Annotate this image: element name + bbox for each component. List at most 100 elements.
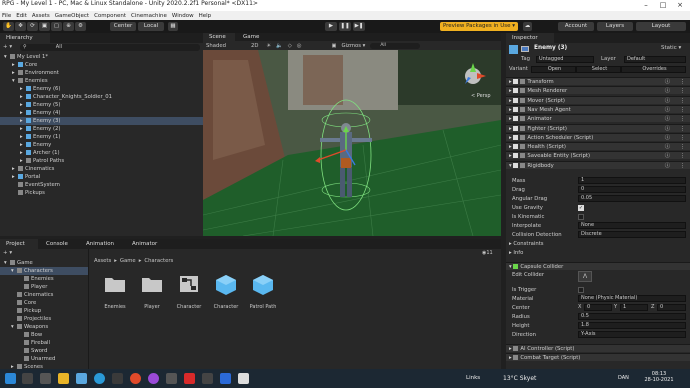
menu-file[interactable]: File [2,13,11,19]
object-name-field[interactable]: Enemy (3) [534,45,567,51]
pause-button-icon[interactable]: ❚❚ [339,22,351,31]
office-icon[interactable] [184,373,195,384]
hierarchy-item[interactable]: ▸ Enemy (5) [0,101,203,109]
close-icon[interactable]: × [672,0,688,11]
hierarchy-item[interactable]: ▸ Enemy (1) [0,133,203,141]
component-menu-icon[interactable]: ⋮ [680,87,685,95]
weather-widget[interactable]: 13°C Skyet [503,375,536,382]
is-trigger-checkbox[interactable] [578,287,584,293]
component-enabled-checkbox[interactable] [513,162,519,168]
tab-game[interactable]: Game [237,33,267,41]
project-folder-item[interactable]: ▾ Weapons [0,323,88,331]
tab-scene[interactable]: Scene [203,33,235,41]
prefab-icon[interactable] [215,275,237,295]
tab-inspector[interactable]: Inspector [506,33,554,43]
lighting-icon[interactable]: ☀ [266,43,271,49]
gizmos-dropdown[interactable]: Gizmos ▾ [341,43,365,49]
help-icon[interactable]: ⓘ [665,115,670,123]
project-folder-item[interactable]: ▾ Characters [0,267,88,275]
chrome-icon[interactable] [130,373,141,384]
menu-window[interactable]: Window [172,13,194,19]
search-icon[interactable] [22,373,33,384]
cloud-icon[interactable]: ☁ [523,22,532,31]
project-folder-item[interactable]: Player [0,283,88,291]
hierarchy-item[interactable]: ▸ Enemy (4) [0,109,203,117]
layer-dropdown[interactable]: Default [624,56,686,63]
space-toggle-button[interactable]: Local [138,22,164,31]
menu-component[interactable]: Component [94,13,126,19]
radius-field[interactable]: 0.5 [578,313,686,320]
direction-dropdown[interactable]: Y-Axis [578,331,686,338]
hierarchy-item[interactable]: ▾ My Level 1* [0,53,203,61]
2d-toggle[interactable]: 2D [251,43,258,49]
menu-help[interactable]: Help [199,13,212,19]
project-folder-item[interactable]: Sword [0,347,88,355]
scale-tool-icon[interactable]: ▣ [39,22,50,31]
project-folder-item[interactable]: Cinematics [0,291,88,299]
component-enabled-checkbox[interactable] [513,125,519,131]
app-icon-3[interactable] [202,373,213,384]
app-icon-2[interactable] [166,373,177,384]
hierarchy-item[interactable]: ▸ Patrol Paths [0,157,203,165]
menu-assets[interactable]: Assets [32,13,50,19]
capsule-collider-header[interactable]: ▾ Capsule Collider [506,262,690,270]
component-menu-icon[interactable]: ⋮ [680,115,685,123]
use-gravity-checkbox[interactable]: ✓ [578,205,584,211]
folder-icon[interactable] [104,275,126,293]
center-z-field[interactable]: 0 [657,304,686,311]
windows-start-icon[interactable] [5,373,16,384]
component-menu-icon[interactable]: ⋮ [680,125,685,133]
breadcrumb-game[interactable]: Game [120,258,136,264]
unity-icon[interactable] [238,373,249,384]
help-icon[interactable]: ⓘ [665,143,670,151]
info-foldout[interactable]: ▸ Info [506,249,690,257]
play-button-icon[interactable]: ▶ [325,22,337,31]
component-header[interactable]: ▸ Mover (Script) ⓘ ⋮ [506,95,690,105]
help-icon[interactable]: ⓘ [665,87,670,95]
visual-studio-icon[interactable] [220,373,231,384]
prefab-select-button[interactable]: Select [576,66,621,73]
clock[interactable]: 08:13 28-10-2021 [643,371,675,383]
component-header[interactable]: ▸ Saveable Entity (Script) ⓘ ⋮ [506,151,690,160]
app-icon[interactable] [148,373,159,384]
tab-hierarchy[interactable]: Hierarchy [0,33,50,43]
hierarchy-item[interactable]: ▾ Enemies [0,77,203,85]
component-header[interactable]: ▾ Rigidbody ⓘ ⋮ [506,160,690,170]
hierarchy-item[interactable]: EventSystem [0,181,203,189]
component-enabled-checkbox[interactable] [513,97,519,103]
hierarchy-add-button[interactable]: + ▾ [3,44,12,50]
angular-drag-field[interactable]: 0.05 [578,195,686,202]
component-enabled-checkbox[interactable] [513,153,519,159]
material-field[interactable]: None (Physic Material) [578,295,686,302]
tab-animation[interactable]: Animation [80,239,124,249]
component-header[interactable]: ▸ Health (Script) ⓘ ⋮ [506,142,690,151]
hierarchy-item[interactable]: ▸ Enemy (3) [0,117,203,125]
help-icon[interactable]: ⓘ [665,162,670,170]
hierarchy-item[interactable]: ▸ Enemy [0,141,203,149]
file-explorer-icon[interactable] [58,373,69,384]
mail-icon[interactable] [76,373,87,384]
preview-packages-button[interactable]: Preview Packages in Use ▾ [440,22,518,31]
menu-edit[interactable]: Edit [16,13,27,19]
component-header[interactable]: ▸ Action Scheduler (Script) ⓘ ⋮ [506,132,690,141]
asset-label[interactable]: Patrol Path [243,304,283,310]
active-checkbox[interactable] [521,46,529,52]
component-menu-icon[interactable]: ⋮ [680,97,685,105]
breadcrumb-assets[interactable]: Assets [94,258,111,264]
scene-viewport[interactable] [203,50,501,236]
hierarchy-item[interactable]: ▸ Character_Knights_Soldier_01 [0,93,203,101]
account-dropdown[interactable]: Account [558,22,594,31]
component-enabled-checkbox[interactable] [513,144,519,150]
height-field[interactable]: 1.8 [578,322,686,329]
grid-snap-icon[interactable]: ▦ [168,22,178,31]
hierarchy-item[interactable]: ▸ Core [0,61,203,69]
hierarchy-item[interactable]: Pickups [0,189,203,197]
asset-label[interactable]: Player [132,304,172,310]
project-folder-item[interactable]: Unarmed [0,355,88,363]
language-indicator[interactable]: DAN [618,375,629,381]
center-y-field[interactable]: 1 [620,304,648,311]
interpolate-dropdown[interactable]: None [578,222,686,229]
asset-label[interactable]: Enemies [95,304,135,310]
scene-search-input[interactable]: All [370,42,421,49]
folder-icon[interactable] [141,275,163,293]
